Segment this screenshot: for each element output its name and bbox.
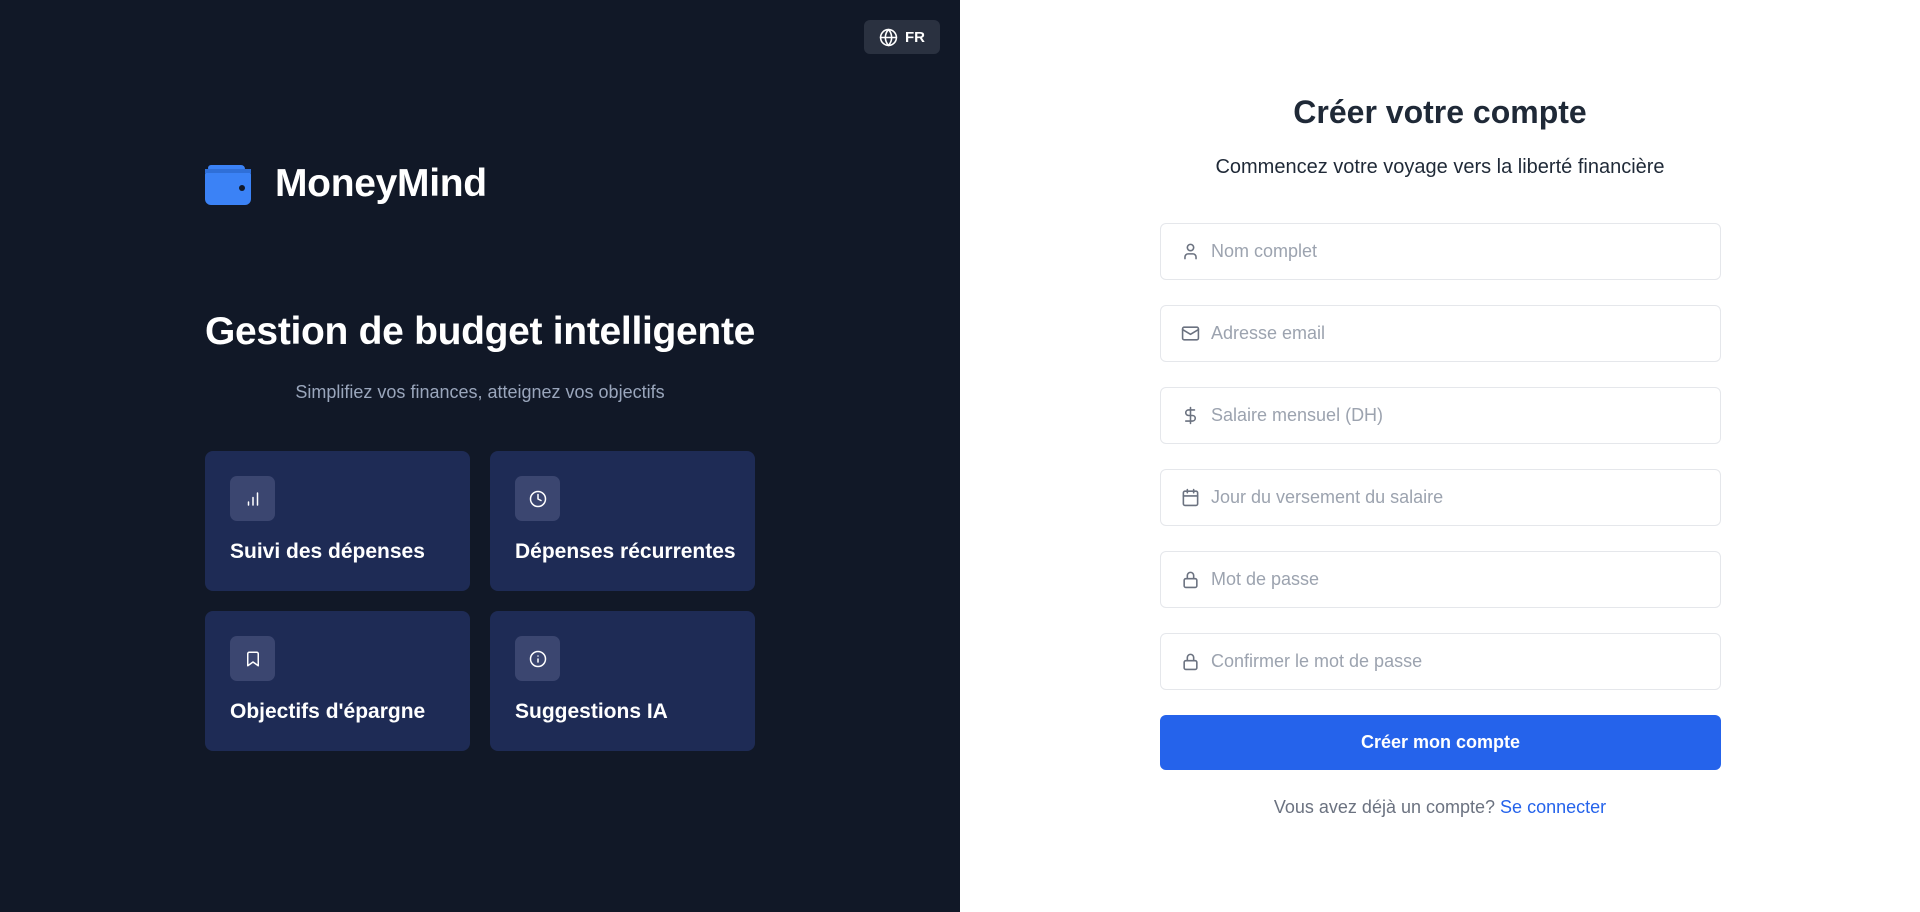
create-account-button[interactable]: Créer mon compte (1160, 715, 1721, 770)
name-input[interactable] (1161, 224, 1720, 279)
name-field[interactable] (1160, 223, 1721, 280)
form-subtitle: Commencez votre voyage vers la liberté f… (1215, 156, 1665, 178)
info-icon (529, 650, 546, 667)
payday-field[interactable] (1160, 469, 1721, 526)
email-input[interactable] (1161, 306, 1720, 361)
feature-label: Suivi des dépenses (230, 540, 425, 563)
hero-subtitle: Simplifiez vos finances, atteignez vos o… (295, 382, 665, 402)
salary-field[interactable] (1160, 387, 1721, 444)
mail-icon (1181, 326, 1200, 341)
globe-icon (879, 28, 898, 46)
confirm-password-input[interactable] (1161, 634, 1720, 689)
hero: Gestion de budget intelligente Simplifie… (205, 310, 755, 403)
feature-icon-box (230, 476, 275, 521)
lock-icon (1183, 653, 1198, 671)
brand: MoneyMind (205, 162, 487, 206)
form-title: Créer votre compte (1293, 94, 1587, 130)
feature-card-savings: Objectifs d'épargne (205, 611, 470, 751)
hero-title: Gestion de budget intelligente (205, 310, 756, 353)
dollar-icon (1184, 406, 1196, 425)
clock-icon (529, 490, 546, 507)
bar-chart-icon (247, 491, 258, 506)
payday-input[interactable] (1161, 470, 1720, 525)
language-label: FR (905, 28, 925, 46)
login-link[interactable]: Se connecter (1500, 797, 1606, 817)
feature-label: Objectifs d'épargne (230, 700, 426, 723)
lock-icon (1183, 571, 1198, 589)
brand-name: MoneyMind (275, 162, 487, 205)
feature-card-ai: Suggestions IA (490, 611, 755, 751)
signup-panel: Créer votre compte Commencez votre voyag… (960, 0, 1920, 912)
feature-icon-box (515, 636, 560, 681)
feature-label: Suggestions IA (515, 700, 668, 723)
feature-grid: Suivi des dépenses Dépenses récurrentes … (205, 451, 755, 751)
bookmark-icon (246, 651, 259, 666)
calendar-icon (1182, 488, 1199, 507)
salary-input[interactable] (1161, 388, 1720, 443)
brand-panel: FR MoneyMind Gestion de budget intellige… (0, 0, 960, 912)
email-field[interactable] (1160, 305, 1721, 362)
login-prompt: Vous avez déjà un compte? (1273, 797, 1496, 817)
password-input[interactable] (1161, 552, 1720, 607)
feature-card-recurring: Dépenses récurrentes (490, 451, 755, 591)
feature-card-expenses: Suivi des dépenses (205, 451, 470, 591)
user-icon (1184, 243, 1197, 260)
login-line: Vous avez déjà un compte? Se connecter (960, 797, 1920, 818)
wallet-icon (205, 165, 251, 205)
password-field[interactable] (1160, 551, 1721, 608)
feature-icon-box (230, 636, 275, 681)
confirm-password-field[interactable] (1160, 633, 1721, 690)
feature-icon-box (515, 476, 560, 521)
feature-label: Dépenses récurrentes (515, 540, 736, 563)
language-switcher[interactable]: FR (864, 20, 940, 54)
